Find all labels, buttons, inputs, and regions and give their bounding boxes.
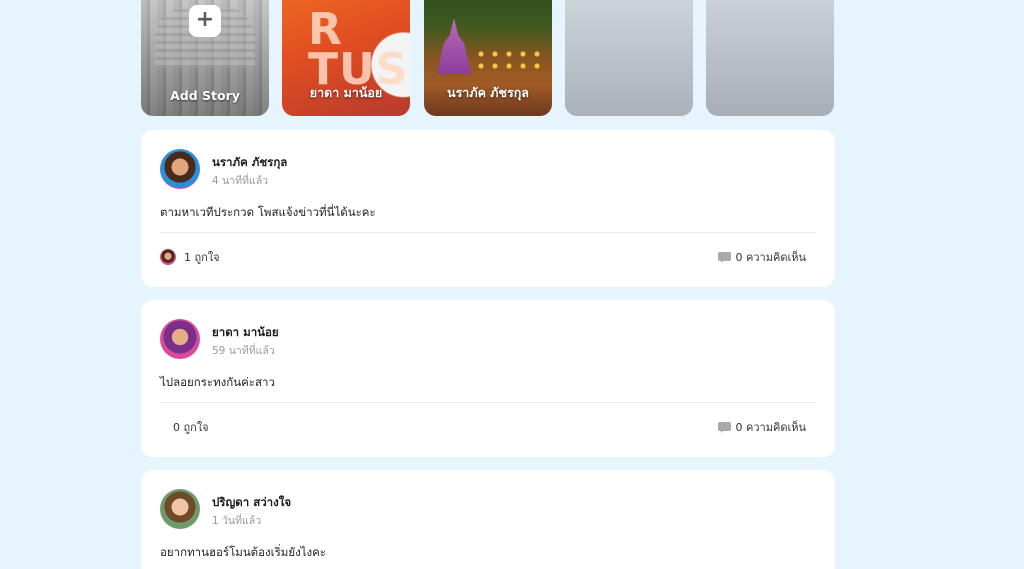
story-overlay-text: R TUS [308,4,409,95]
story-card-placeholder[interactable] [565,0,693,116]
post-author[interactable]: นราภัค ภัชรกุล [212,154,287,172]
story-card[interactable]: นราภัค ภัชรกุล [424,0,552,116]
post-content: ไปลอยกระทงกันค่ะสาว [160,375,275,389]
avatar[interactable] [160,149,200,189]
avatar[interactable] [160,489,200,529]
liker-avatar [160,249,176,265]
story-card[interactable]: R TUS ยาดา มาน้อย [282,0,410,116]
post-author[interactable]: ปริญดา สว่างใจ [212,494,291,512]
story-label: นราภัค ภัชรกุล [447,85,529,100]
post-time: 4 นาทีที่แล้ว [212,175,269,187]
post-content: อยากทานฮอร์โมนต้องเริ่มยังไงคะ [160,545,326,559]
stories-row: + Add Story R TUS ยาดา มาน้อย นราภัค ภัช… [141,0,835,116]
divider [160,402,816,403]
story-label: Add Story [170,88,240,103]
post-author[interactable]: ยาดา มาน้อย [212,324,279,342]
like-count[interactable]: 0 ถูกใจ [173,418,209,436]
story-label: ยาดา มาน้อย [309,85,383,100]
comment-count[interactable]: 0 ความคิดเห็น [717,418,807,436]
divider [160,232,816,233]
post-content: ตามหาเวทีประกวด โพสแจ้งข่าวที่นี่ได้นะคะ [160,205,376,219]
comment-icon [717,421,731,433]
comment-label: 0 ความคิดเห็น [735,251,807,264]
story-card-placeholder[interactable] [706,0,834,116]
comment-label: 0 ความคิดเห็น [735,421,807,434]
add-story-card[interactable]: + Add Story [141,0,269,116]
post-time: 1 วันที่แล้ว [212,515,262,527]
plus-icon[interactable]: + [189,5,221,37]
comment-count[interactable]: 0 ความคิดเห็น [717,248,807,266]
temple-image [437,18,471,74]
like-count[interactable]: 1 ถูกใจ [160,248,220,266]
post-card: นราภัค ภัชรกุล 4 นาทีที่แล้ว ตามหาเวทีปร… [141,130,835,287]
like-label: 0 ถูกใจ [173,421,209,434]
post-card: ยาดา มาน้อย 59 นาทีที่แล้ว ไปลอยกระทงกัน… [141,300,835,457]
krathong-lights-image [474,48,544,72]
post-time: 59 นาทีที่แล้ว [212,345,275,357]
post-card: ปริญดา สว่างใจ 1 วันที่แล้ว อยากทานฮอร์โ… [141,470,835,569]
avatar[interactable] [160,319,200,359]
comment-icon [717,251,731,263]
like-label: 1 ถูกใจ [184,251,220,264]
